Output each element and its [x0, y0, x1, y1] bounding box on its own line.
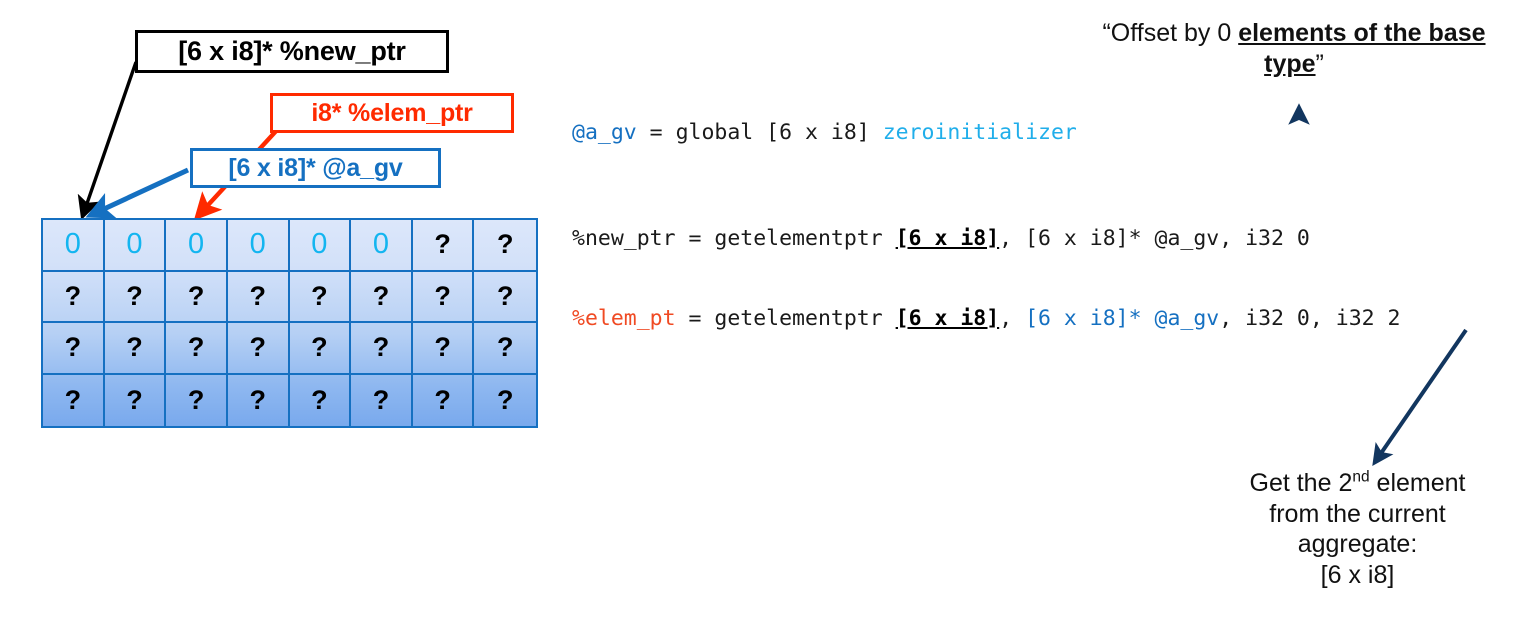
- array-cell: ?: [351, 271, 413, 323]
- array-cell: ?: [166, 271, 228, 323]
- code-token: [6 x i8]: [895, 306, 1000, 331]
- code-token: %new_ptr = getelementptr: [572, 226, 896, 251]
- code-token: = global [6 x i8]: [636, 120, 883, 145]
- label-elem-ptr: i8* %elem_ptr: [270, 93, 514, 133]
- array-cell: ?: [412, 220, 475, 272]
- array-cell: ?: [289, 323, 352, 375]
- note-getelem-line4: [6 x i8]: [1320, 560, 1395, 589]
- note-getelem-line1-post: element: [1369, 469, 1466, 497]
- note-offset-emphasis: elements of the base type: [1238, 19, 1486, 78]
- array-cell: ?: [104, 271, 167, 323]
- label-new-ptr: [6 x i8]* %new_ptr: [135, 30, 449, 73]
- array-cell: ?: [43, 271, 105, 323]
- code-token: , i32 0, i32 2: [1219, 306, 1401, 331]
- code-line-elem-ptr: %elem_pt = getelementptr [6 x i8], [6 x …: [572, 306, 1400, 331]
- array-cell: ?: [290, 374, 352, 426]
- note-getelem-line2: from the current: [1269, 499, 1446, 528]
- array-grid: 0 0 0 0 0 0??????????????????????????: [41, 218, 538, 428]
- array-cell: ?: [496, 384, 514, 415]
- array-cell: 0: [351, 220, 413, 272]
- array-cell: 0: [166, 220, 228, 272]
- note-getelem-line3: aggregate:: [1297, 530, 1418, 558]
- array-cell: ?: [474, 220, 536, 272]
- array-cell: ?: [43, 374, 105, 426]
- array-cell: ?: [43, 323, 105, 375]
- array-cell: ?: [227, 271, 290, 323]
- array-cell: ?: [412, 323, 475, 375]
- note-getelem-line1-pre: Get the 2: [1249, 469, 1353, 497]
- array-cell: ?: [166, 323, 228, 375]
- array-cell: ?: [289, 271, 352, 323]
- note-offset-by-zero: “Offset by 0 elements of the base type”: [1082, 18, 1506, 79]
- array-cell: 0: [104, 220, 167, 272]
- note-get-nth-element: Get the 2nd element from the current agg…: [1205, 468, 1510, 590]
- label-a-gv: [6 x i8]* @a_gv: [190, 148, 441, 188]
- array-cell: ?: [105, 374, 167, 426]
- array-cell: ?: [104, 323, 167, 375]
- arrow-getelem-note: [1372, 328, 1468, 466]
- note-getelem-ordinal-suffix: nd: [1352, 468, 1370, 486]
- note-offset-prefix: “Offset by 0: [1102, 19, 1239, 47]
- array-cell: ?: [412, 271, 475, 323]
- array-cell: ?: [413, 374, 475, 426]
- note-getelem-line1: Get the 2nd element: [1205, 468, 1510, 499]
- array-cell: ?: [351, 374, 413, 426]
- code-token: [6 x i8]: [895, 226, 1000, 251]
- code-token: , [6 x i8]* @a_gv, i32 0: [999, 226, 1310, 251]
- code-token: %elem_pt: [572, 306, 676, 331]
- slide-canvas: [6 x i8]* %new_ptr i8* %elem_ptr [6 x i8…: [0, 0, 1518, 634]
- array-cell: 0: [43, 220, 105, 272]
- array-cell: 0: [227, 220, 290, 272]
- array-cell: 0: [289, 220, 352, 272]
- array-cell: ?: [474, 272, 536, 323]
- code-line-new-ptr: %new_ptr = getelementptr [6 x i8], [6 x …: [572, 226, 1310, 251]
- note-offset-suffix: ”: [1315, 49, 1324, 78]
- code-line-global: @a_gv = global [6 x i8] zeroinitializer: [572, 120, 1077, 145]
- code-token: zeroinitializer: [882, 120, 1077, 145]
- code-token: ,: [999, 306, 1026, 331]
- array-cell: ?: [351, 323, 413, 375]
- arrow-new-ptr: [77, 61, 138, 221]
- array-cell: ?: [227, 323, 290, 375]
- code-token: @a_gv: [572, 120, 637, 145]
- array-cell: ?: [474, 323, 536, 375]
- code-token: [6 x i8]* @a_gv: [1025, 306, 1220, 331]
- code-token: = getelementptr: [675, 306, 896, 331]
- array-cell: ?: [166, 374, 228, 426]
- array-cell: ?: [228, 374, 290, 426]
- arrow-a-gv: [85, 167, 190, 219]
